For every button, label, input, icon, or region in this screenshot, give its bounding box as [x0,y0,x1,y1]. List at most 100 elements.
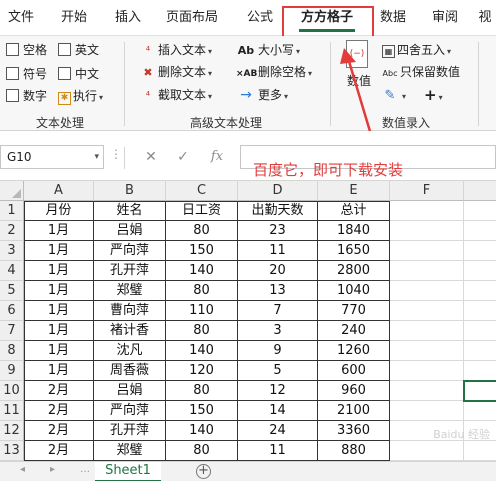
cell[interactable]: 出勤天数 [238,201,318,221]
cell[interactable]: 11 [238,441,318,461]
row-header-12[interactable]: 12 [0,421,24,441]
fx-icon[interactable]: fx [206,145,228,169]
cell[interactable] [390,441,464,461]
cell[interactable]: 1260 [318,341,390,361]
cell[interactable]: 1月 [24,301,94,321]
cell[interactable] [390,221,464,241]
cell[interactable]: 20 [238,261,318,281]
cell[interactable] [464,341,496,361]
row-header-7[interactable]: 7 [0,321,24,341]
sheet-tab-sheet1[interactable]: Sheet1 [95,462,161,481]
cell[interactable]: 80 [166,381,238,401]
row-header-13[interactable]: 13 [0,441,24,461]
cell[interactable] [464,301,496,321]
cell[interactable]: 2800 [318,261,390,281]
cell[interactable]: 80 [166,321,238,341]
cell[interactable] [390,301,464,321]
cell[interactable]: 1月 [24,321,94,341]
cell[interactable] [390,381,464,401]
cell[interactable] [390,321,464,341]
name-box[interactable]: G10 ▾ [0,145,104,169]
cell[interactable]: 3360 [318,421,390,441]
cell[interactable]: 1月 [24,261,94,281]
cell[interactable]: 1650 [318,241,390,261]
next-sheet-icon[interactable]: ▸ [50,464,55,475]
cell[interactable]: 23 [238,221,318,241]
cell[interactable]: 姓名 [94,201,166,221]
add-sheet-icon[interactable]: + [196,464,211,479]
cell[interactable]: 孔开萍 [94,421,166,441]
row-header-5[interactable]: 5 [0,281,24,301]
cell[interactable]: 600 [318,361,390,381]
cell[interactable] [464,281,496,301]
select-all-corner[interactable] [0,181,24,201]
cell[interactable]: 3 [238,321,318,341]
cell[interactable] [464,321,496,341]
cell[interactable]: 80 [166,281,238,301]
more-sheets-icon[interactable]: … [80,464,90,475]
cell[interactable]: 日工资 [166,201,238,221]
cell[interactable]: 吕娟 [94,221,166,241]
cell[interactable]: 1月 [24,241,94,261]
cell[interactable]: 郑璧 [94,441,166,461]
cell[interactable]: 严向萍 [94,241,166,261]
cell[interactable]: 110 [166,301,238,321]
cell[interactable]: 80 [166,221,238,241]
cell[interactable]: 960 [318,381,390,401]
cell[interactable]: 周香薇 [94,361,166,381]
cell[interactable]: 13 [238,281,318,301]
row-header-10[interactable]: 10 [0,381,24,401]
row-header-11[interactable]: 11 [0,401,24,421]
cell[interactable] [390,401,464,421]
cell[interactable]: 14 [238,401,318,421]
column-header-d[interactable]: D [238,181,318,201]
cell[interactable]: 1月 [24,221,94,241]
cell[interactable]: 总计 [318,201,390,221]
cell[interactable]: 沈凡 [94,341,166,361]
cell[interactable] [390,361,464,381]
column-header-blank[interactable] [464,181,496,201]
prev-sheet-icon[interactable]: ◂ [20,464,25,475]
cell[interactable]: 12 [238,381,318,401]
cell[interactable]: 5 [238,361,318,381]
cell[interactable]: 140 [166,341,238,361]
cell[interactable] [390,261,464,281]
row-header-9[interactable]: 9 [0,361,24,381]
cell[interactable]: 褚计香 [94,321,166,341]
cell[interactable]: 1月 [24,361,94,381]
cell[interactable]: 1月 [24,281,94,301]
cell[interactable]: 1月 [24,341,94,361]
cell[interactable]: 7 [238,301,318,321]
cell[interactable] [464,261,496,281]
cell[interactable] [390,201,464,221]
cell[interactable]: 150 [166,401,238,421]
cell[interactable] [390,241,464,261]
cell[interactable]: 140 [166,421,238,441]
cell[interactable]: 140 [166,261,238,281]
cell[interactable]: 9 [238,341,318,361]
column-header-b[interactable]: B [94,181,166,201]
cell[interactable]: 孔开萍 [94,261,166,281]
column-header-a[interactable]: A [24,181,94,201]
cell[interactable]: 24 [238,421,318,441]
cell[interactable]: 240 [318,321,390,341]
cell[interactable]: 2月 [24,381,94,401]
cell[interactable] [464,361,496,381]
cell[interactable]: 吕娟 [94,381,166,401]
row-header-1[interactable]: 1 [0,201,24,221]
cell[interactable]: 2月 [24,441,94,461]
more-options-icon[interactable]: ⋮ [110,147,122,161]
cancel-icon[interactable]: ✕ [140,145,162,169]
cell[interactable]: 严向萍 [94,401,166,421]
cell[interactable]: 150 [166,241,238,261]
cell[interactable] [464,401,496,421]
cell[interactable] [390,341,464,361]
cell[interactable]: 11 [238,241,318,261]
cell[interactable]: 120 [166,361,238,381]
cell[interactable]: 2月 [24,401,94,421]
cell[interactable]: 1840 [318,221,390,241]
cell[interactable] [464,241,496,261]
row-header-2[interactable]: 2 [0,221,24,241]
cell[interactable]: 880 [318,441,390,461]
cell[interactable]: 2月 [24,421,94,441]
